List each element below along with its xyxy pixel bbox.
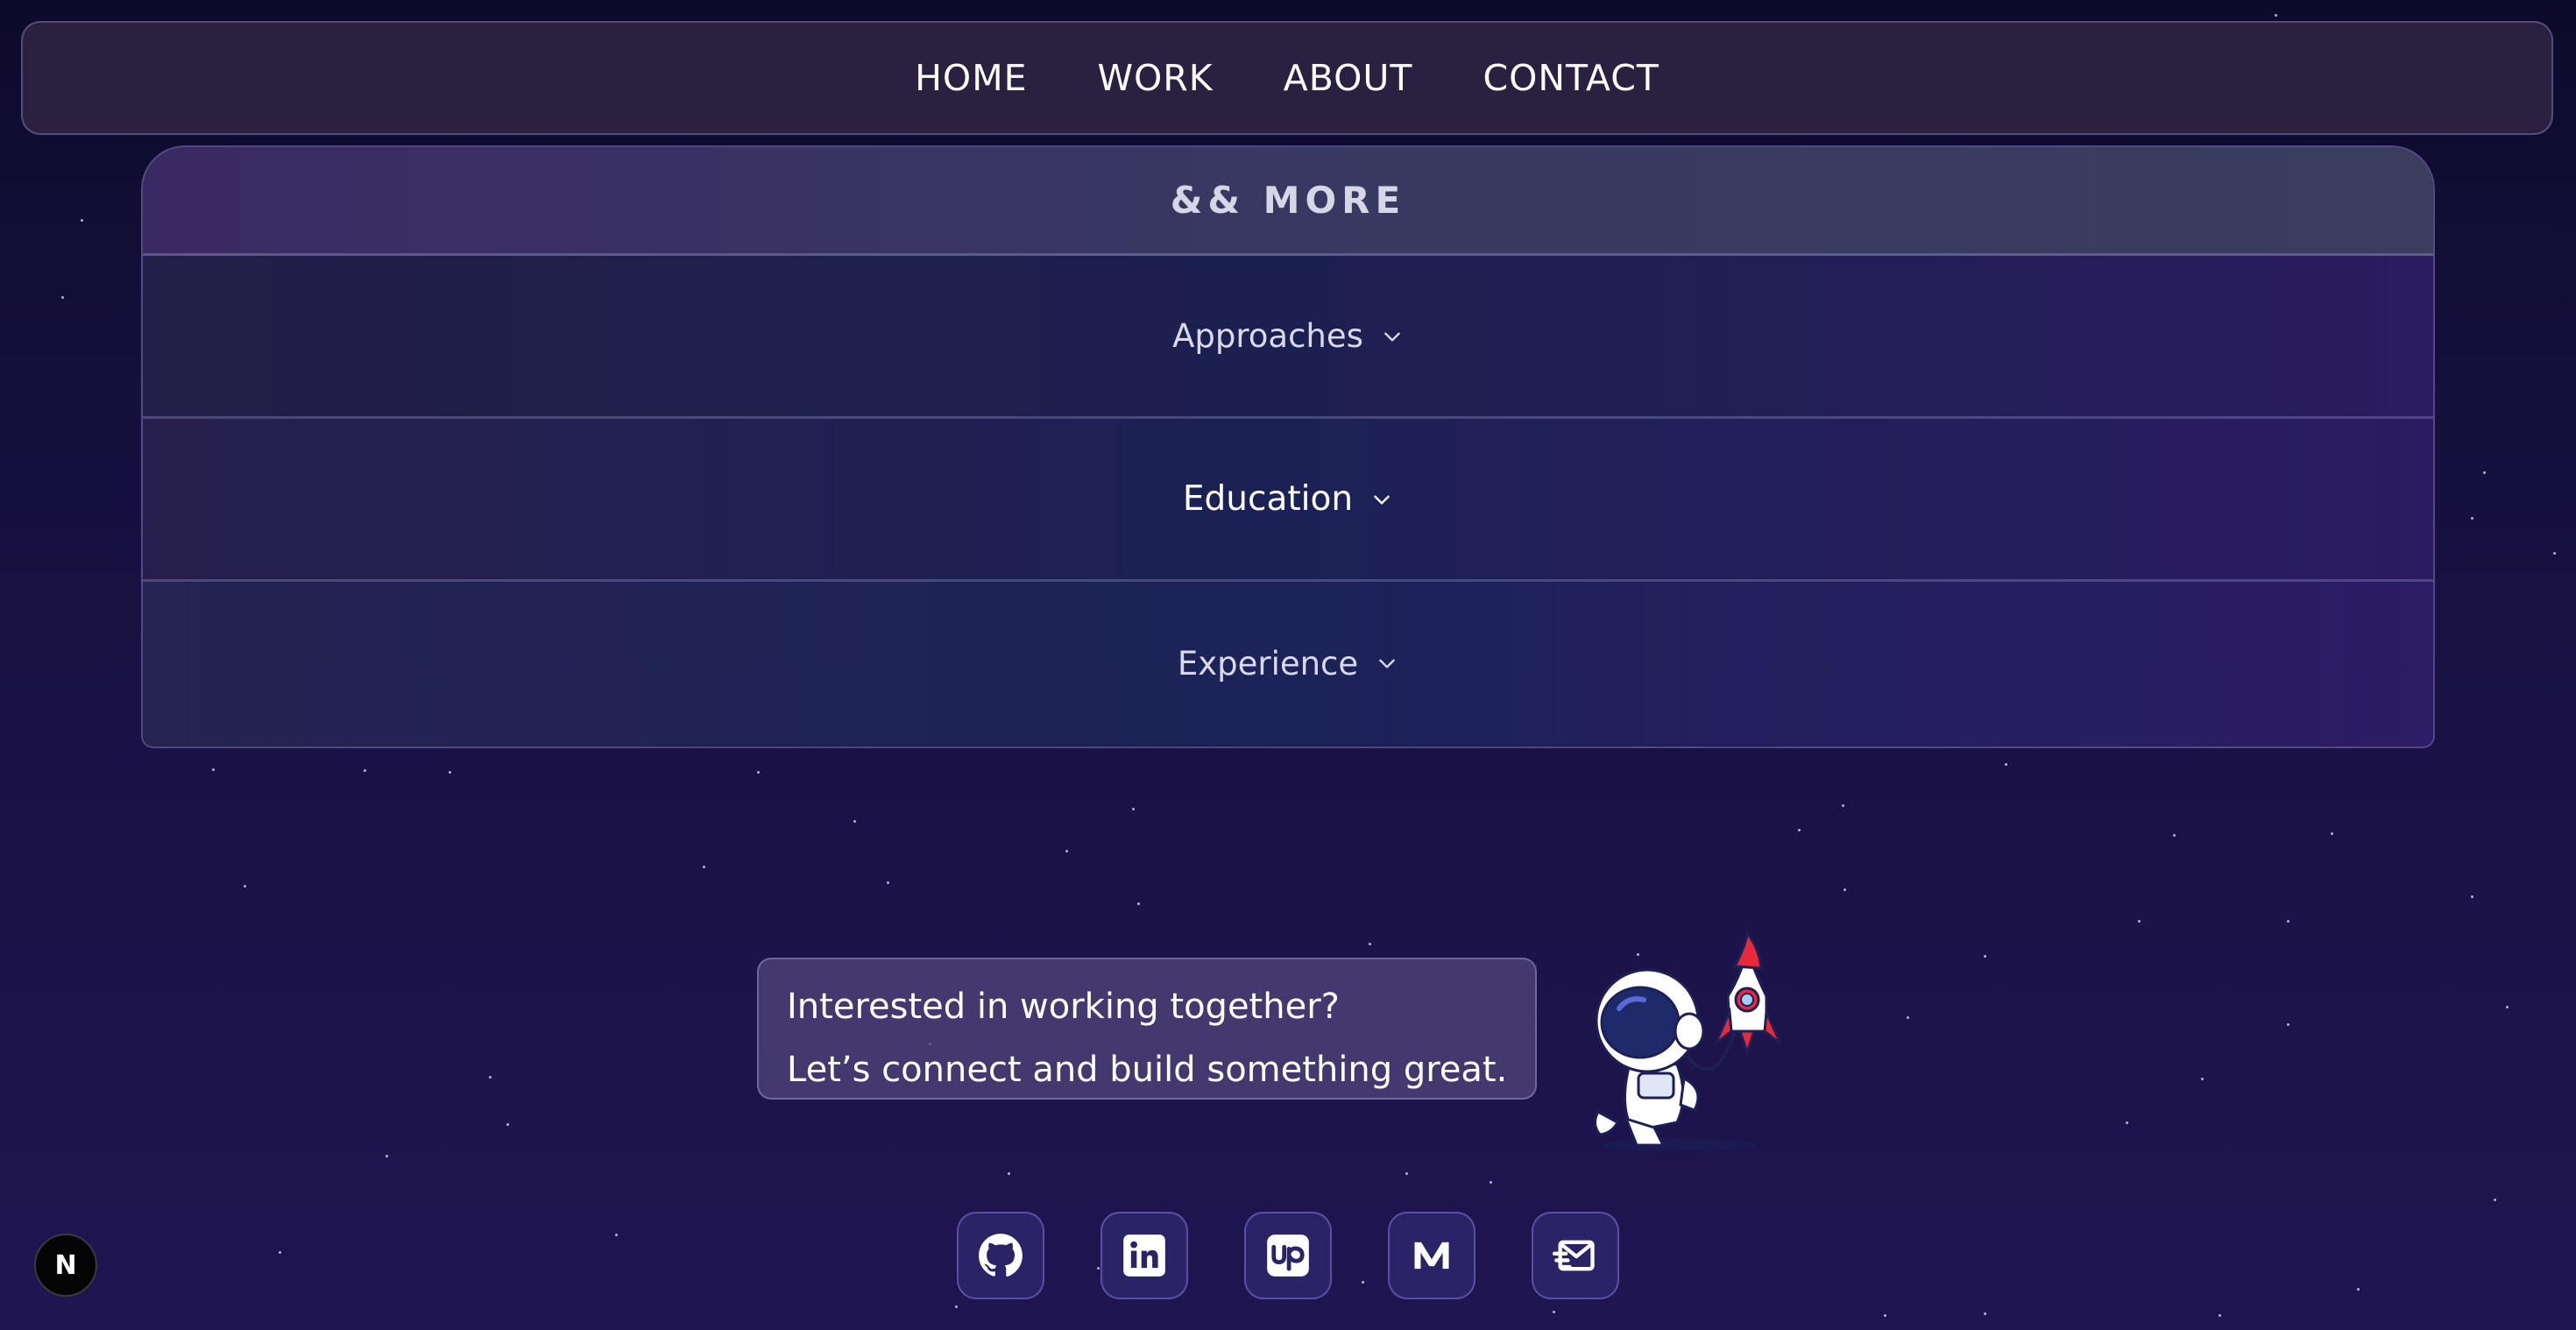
linkedin-icon [1123, 1234, 1165, 1277]
email-link[interactable] [1532, 1212, 1619, 1299]
nav-about-link[interactable]: ABOUT [1284, 57, 1413, 99]
github-icon [979, 1234, 1023, 1277]
cta-line-2: Let’s connect and build something great. [787, 1050, 1508, 1090]
social-links [957, 1212, 1619, 1299]
chevron-down-icon [1379, 659, 1395, 669]
more-section-header: && MORE [143, 147, 2433, 256]
accordion-label-approaches: Approaches [1172, 317, 1363, 355]
more-section-title: && MORE [1170, 179, 1406, 222]
more-accordion-card: && MORE Approaches Education Experience [141, 145, 2435, 748]
nav-work-link[interactable]: WORK [1097, 57, 1213, 99]
accordion-item-education[interactable]: Education [143, 419, 2433, 582]
contact-call-to-action: Interested in working together? Let’s co… [757, 958, 1537, 1100]
accordion-item-experience[interactable]: Experience [143, 582, 2433, 745]
accordion-label-experience: Experience [1177, 644, 1359, 683]
accordion-label-education: Education [1182, 479, 1354, 519]
cta-line-1: Interested in working together? [787, 987, 1340, 1027]
chevron-down-icon [1384, 332, 1400, 342]
nav-home-link[interactable]: HOME [915, 57, 1027, 99]
rocket-icon [1714, 929, 1782, 1057]
framework-badge-button[interactable]: N [34, 1234, 97, 1297]
badge-letter: N [54, 1249, 77, 1281]
mail-icon [1553, 1240, 1595, 1271]
upwork-icon [1267, 1234, 1309, 1277]
nav-contact-link[interactable]: CONTACT [1483, 57, 1659, 99]
accordion-item-approaches[interactable]: Approaches [143, 256, 2433, 419]
astronaut-rocket-illustration [1594, 929, 1782, 1151]
github-link[interactable] [957, 1212, 1044, 1299]
top-navigation: HOME WORK ABOUT CONTACT [21, 21, 2553, 135]
upwork-link[interactable] [1244, 1212, 1332, 1299]
chevron-down-icon [1374, 495, 1390, 505]
medium-icon [1414, 1242, 1449, 1270]
medium-link[interactable] [1388, 1212, 1476, 1299]
linkedin-link[interactable] [1100, 1212, 1188, 1299]
